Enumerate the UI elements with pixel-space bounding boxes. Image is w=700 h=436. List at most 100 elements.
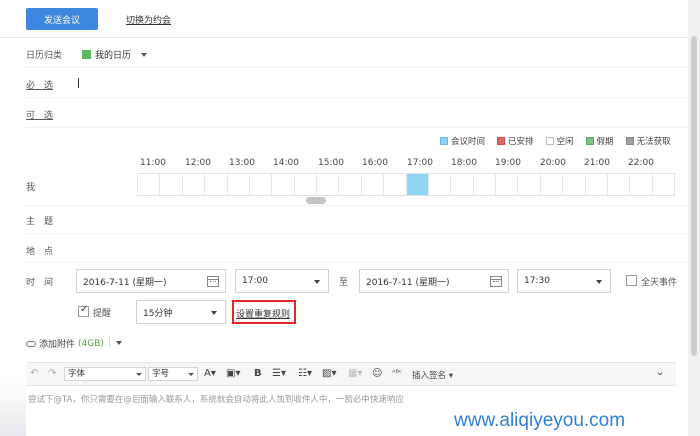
hour-label: 22:00 <box>628 158 654 168</box>
legend-label: 已安排 <box>508 137 534 147</box>
time-slot[interactable] <box>451 174 474 195</box>
bullet-list-icon[interactable]: ☰▾ <box>272 368 286 379</box>
start-date-input[interactable]: 2016-7-11 (星期一) <box>76 269 226 293</box>
chevron-down-icon <box>314 280 320 284</box>
calendar-color-swatch <box>82 50 91 59</box>
chevron-down-icon[interactable]: ⌄ <box>656 367 664 378</box>
start-time-select[interactable]: 17:00 <box>235 269 329 293</box>
time-slot[interactable] <box>653 174 674 195</box>
numbered-list-icon[interactable]: ☷▾ <box>298 368 312 379</box>
scrollbar-thumb[interactable] <box>691 36 697 356</box>
chevron-down-icon <box>188 373 194 376</box>
hour-label: 20:00 <box>540 158 566 168</box>
divider <box>26 233 688 234</box>
hour-label: 17:00 <box>407 158 433 168</box>
background-decoration <box>0 380 26 436</box>
add-attachment-button[interactable]: 添加附件 (4GB) <box>26 337 104 350</box>
chevron-down-icon <box>141 52 148 57</box>
table-icon[interactable]: ▦▾ <box>348 368 362 379</box>
timeline-hours: 11:00 12:00 13:00 14:00 15:00 16:00 17:0… <box>0 158 688 170</box>
optional-attendees-label[interactable]: 可 选 <box>26 108 53 121</box>
time-slot[interactable] <box>518 174 541 195</box>
calendar-select-value: 我的日历 <box>95 51 132 61</box>
time-label: 时 间 <box>26 278 54 288</box>
end-time-select[interactable]: 17:30 <box>517 269 611 293</box>
image-icon[interactable]: ▨▾ <box>322 368 336 379</box>
legend-label: 无法获取 <box>636 137 671 147</box>
time-slot[interactable] <box>317 174 340 195</box>
time-slot[interactable] <box>295 174 317 195</box>
time-slot[interactable] <box>384 174 407 195</box>
time-slot[interactable] <box>429 174 452 195</box>
time-slot[interactable] <box>541 174 564 195</box>
time-slot[interactable] <box>228 174 250 195</box>
send-meeting-button[interactable]: 发送会议 <box>26 8 98 30</box>
top-toolbar: 发送会议 切换为约会 <box>0 0 688 38</box>
redo-icon[interactable]: ↷ <box>48 368 56 379</box>
all-day-label: 全天事件 <box>641 278 678 288</box>
reminder-checkbox[interactable] <box>78 304 89 317</box>
hour-label: 21:00 <box>584 158 610 168</box>
undo-icon[interactable]: ↶ <box>30 368 38 379</box>
time-slot[interactable] <box>630 174 653 195</box>
time-slot[interactable] <box>608 174 631 195</box>
all-day-checkbox[interactable] <box>626 275 637 286</box>
hour-label: 11:00 <box>140 158 166 168</box>
bold-icon[interactable]: B <box>254 368 262 379</box>
required-attendees-label[interactable]: 必 选 <box>26 78 53 91</box>
divider <box>26 97 688 98</box>
legend-swatch <box>545 137 554 145</box>
time-slot[interactable] <box>272 174 295 195</box>
time-slot[interactable] <box>160 174 183 195</box>
legend-item: 假期 <box>585 135 614 147</box>
font-size-select[interactable]: 字号 <box>148 367 198 381</box>
legend-swatch <box>440 137 448 145</box>
time-slot[interactable] <box>205 174 228 195</box>
end-time-value: 17:30 <box>524 276 550 286</box>
legend-item: 会议时间 <box>440 135 485 147</box>
font-family-select[interactable]: 字体 <box>64 367 146 381</box>
text-color-icon[interactable]: A▾ <box>204 368 216 379</box>
paperclip-icon <box>26 340 36 347</box>
legend-item: 无法获取 <box>625 135 671 147</box>
time-slot[interactable] <box>496 174 519 195</box>
hour-label: 14:00 <box>273 158 299 168</box>
insert-signature-button[interactable]: 插入签名 ▾ <box>412 369 453 381</box>
time-slot[interactable] <box>250 174 273 195</box>
calendar-select[interactable]: 我的日历 <box>82 48 148 61</box>
editor-placeholder[interactable]: 尝试下@TA，你只需要在@后面输入联系人，系统就会自动将此人加到收件人中，一箭必… <box>28 393 404 405</box>
legend-swatch <box>625 137 634 145</box>
font-size-value: 字号 <box>152 369 170 379</box>
start-date-value: 2016-7-11 (星期一) <box>83 277 167 288</box>
time-slot[interactable] <box>474 174 496 195</box>
chevron-down-icon[interactable] <box>116 341 122 345</box>
calendar-icon[interactable] <box>490 276 502 287</box>
reminder-time-select[interactable]: 15分钟 <box>136 300 226 324</box>
editor-toolbar: ↶ ↷ 字体 字号 A▾ ▣▾ B ☰▾ ☷▾ ▨▾ ▦▾ ☺ ᴬᴮᶜ 插入签名… <box>26 362 676 386</box>
time-slot[interactable] <box>586 174 608 195</box>
time-slot[interactable] <box>362 174 385 195</box>
divider <box>26 127 688 128</box>
watermark-text: www.aliqiyeyou.com <box>454 410 626 431</box>
time-slot[interactable] <box>138 174 161 195</box>
chevron-down-icon <box>211 311 217 315</box>
availability-grid[interactable] <box>137 173 675 196</box>
time-slot[interactable] <box>563 174 586 195</box>
attendee-me-label: 我 <box>26 183 36 193</box>
time-slot[interactable] <box>183 174 206 195</box>
emoji-icon[interactable]: ☺ <box>372 368 382 379</box>
end-date-input[interactable]: 2016-7-11 (星期一) <box>359 269 509 293</box>
hour-label: 13:00 <box>229 158 255 168</box>
switch-to-appointment-link[interactable]: 切换为约会 <box>126 13 171 26</box>
chevron-down-icon <box>596 280 602 284</box>
vertical-scrollbar[interactable] <box>688 0 700 436</box>
time-slot[interactable] <box>339 174 362 195</box>
divider <box>26 67 688 68</box>
background-color-icon[interactable]: ▣▾ <box>226 368 240 379</box>
spellcheck-icon[interactable]: ᴬᴮᶜ <box>392 368 402 377</box>
hour-label: 16:00 <box>362 158 388 168</box>
hour-label: 18:00 <box>451 158 477 168</box>
meeting-time-slot[interactable] <box>406 174 429 195</box>
calendar-icon[interactable] <box>207 276 219 287</box>
timeline-drag-handle[interactable] <box>306 197 326 204</box>
